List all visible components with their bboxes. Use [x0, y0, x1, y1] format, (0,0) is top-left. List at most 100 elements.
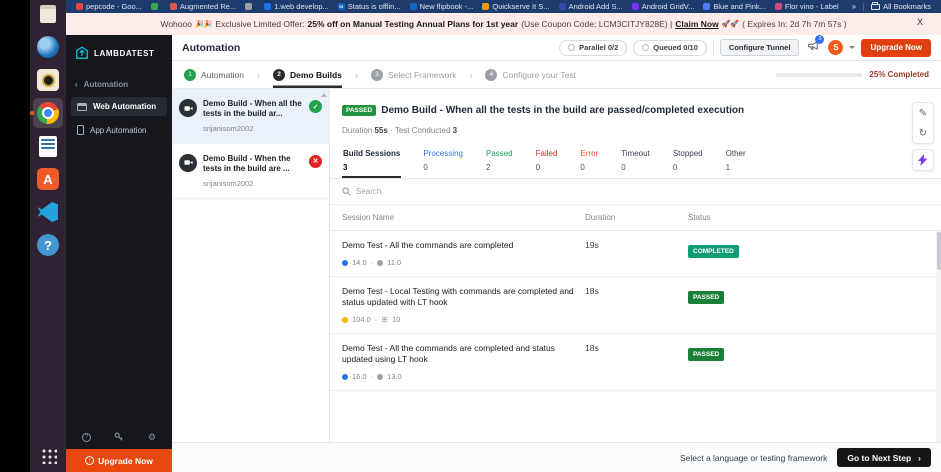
bookmark-label: Status is offlin... — [347, 2, 401, 11]
table-row[interactable]: Demo Test - Local Testing with commands … — [330, 277, 941, 335]
banner-coupon: (Use Coupon Code: LCM3CITJY828E) | — [521, 19, 673, 29]
go-to-next-step-button[interactable]: Go to Next Step › — [837, 448, 931, 467]
thunderbird-icon[interactable] — [35, 34, 61, 60]
bookmark-item[interactable]: Android GridV... — [631, 2, 694, 11]
favicon — [76, 3, 83, 10]
top-bar: Automation Parallel 0/2 Queued 0/10 Conf… — [172, 34, 941, 61]
bookmarks-overflow-chevron[interactable]: » — [852, 2, 856, 11]
session-duration: 19s — [585, 240, 599, 250]
tab-stopped[interactable]: Stopped 0 — [672, 144, 704, 178]
show-applications-icon[interactable] — [39, 447, 57, 464]
chevron-right-icon: › — [918, 452, 921, 463]
windows-icon: ⊞ — [381, 314, 388, 324]
libreoffice-writer-icon[interactable] — [35, 133, 61, 159]
bookmark-item[interactable] — [150, 3, 161, 10]
all-bookmarks-button[interactable]: All Bookmarks — [871, 2, 931, 11]
tab-error[interactable]: Error 0 — [579, 144, 599, 178]
tab-other[interactable]: Other 1 — [725, 144, 747, 178]
bookmark-item[interactable] — [245, 3, 255, 10]
key-icon[interactable] — [114, 432, 124, 442]
tab-label: Error — [580, 149, 599, 158]
table-row[interactable]: Demo Test - All the commands are complet… — [330, 231, 941, 278]
step-automation[interactable]: 1 Automation — [184, 61, 244, 88]
lambdatest-logo-icon — [76, 46, 88, 59]
help-circle-icon[interactable]: ? — [82, 432, 91, 442]
favicon — [409, 3, 417, 10]
step-select-framework[interactable]: 3 Select Framework — [370, 61, 456, 88]
bookmark-item[interactable]: Quickserve It S... — [482, 2, 550, 11]
session-search-input[interactable]: Search — [330, 179, 941, 205]
search-placeholder: Search — [356, 187, 382, 196]
step-label: Demo Builds — [290, 69, 342, 80]
bookmark-item[interactable]: New flipbook -... — [409, 2, 473, 11]
queued-label: Queued 0/10 — [653, 43, 698, 52]
tab-count: 0 — [535, 163, 541, 172]
tab-timeout[interactable]: Timeout 0 — [620, 144, 651, 178]
banner-intro: Wohooo — [160, 19, 192, 29]
build-status-badge: PASSED — [342, 105, 377, 116]
help-icon[interactable]: ? — [35, 232, 61, 258]
floating-toolbar: ✎ ↻ — [912, 102, 934, 171]
duration-value: 55s — [374, 126, 388, 135]
ai-edit-icon[interactable]: ✎ — [913, 103, 933, 123]
detail-title: Demo Build - When all the tests in the b… — [381, 105, 745, 116]
rhythmbox-icon[interactable] — [35, 67, 61, 93]
detail-meta: Duration 55s · Test Conducted 3 — [342, 126, 929, 135]
tab-passed[interactable]: Passed 2 — [485, 144, 514, 178]
quick-run-bolt-icon[interactable] — [913, 150, 933, 170]
announcements-icon[interactable]: 3 — [807, 34, 825, 57]
vscode-icon[interactable] — [35, 199, 61, 225]
build-title: Demo Build - When the tests in the build… — [203, 153, 291, 174]
tab-count: 0 — [423, 163, 428, 172]
build-list-item[interactable]: Demo Build - When the tests in the build… — [172, 144, 329, 199]
table-row[interactable]: Demo Test - All the commands are complet… — [330, 334, 941, 392]
scroll-up-arrow-icon[interactable] — [321, 93, 327, 97]
step-demo-builds[interactable]: 2 Demo Builds — [273, 61, 342, 88]
tab-processing[interactable]: Processing 0 — [422, 144, 464, 178]
bookmark-item[interactable]: Blue and Pink... — [703, 2, 766, 11]
globe-favicon — [245, 3, 253, 10]
sidebar-item-web-automation[interactable]: Web Automation — [71, 97, 167, 116]
notification-badge: 3 — [815, 34, 825, 44]
app-store-icon[interactable]: A — [35, 166, 61, 192]
queued-status-pill[interactable]: Queued 0/10 — [633, 39, 707, 56]
chrome-icon[interactable] — [30, 98, 63, 128]
vertical-scrollbar[interactable] — [936, 231, 941, 442]
sidebar-item-label: App Automation — [90, 125, 147, 135]
sidebar-upgrade-button[interactable]: ↑ Upgrade Now — [66, 449, 172, 472]
step-configure-test[interactable]: 4 Configure your Test — [485, 61, 576, 88]
tab-failed[interactable]: Failed 0 — [535, 144, 559, 178]
dot-separator: · — [374, 315, 378, 325]
progress-indicator: 25% Completed — [776, 70, 929, 79]
settings-gear-icon[interactable]: ⚙ — [148, 432, 156, 442]
refresh-icon[interactable]: ↻ — [913, 123, 933, 143]
avatar-chevron-down-icon[interactable] — [849, 46, 856, 49]
claim-now-link[interactable]: Claim Now — [675, 19, 718, 29]
sidebar-section-automation[interactable]: ‹ Automation — [66, 74, 172, 95]
bookmark-item[interactable]: pepcode - Goo... — [76, 2, 142, 11]
app-sidebar: LAMBDATEST ‹ Automation Web Automation A… — [66, 35, 172, 472]
bookmark-label: Blue and Pink... — [713, 2, 766, 11]
tests-conducted-value: 3 — [452, 126, 458, 135]
bookmark-item[interactable]: Android Add S... — [558, 2, 623, 11]
sidebar-item-app-automation[interactable]: App Automation — [71, 120, 167, 140]
upgrade-now-button[interactable]: Upgrade Now — [861, 38, 931, 57]
bookmark-item[interactable]: Flor vino - Label — [774, 2, 839, 11]
parallel-status-pill[interactable]: Parallel 0/2 — [559, 39, 628, 56]
files-icon[interactable] — [35, 1, 61, 27]
configure-tunnel-button[interactable]: Configure Tunnel — [719, 39, 800, 56]
banner-expiry: ( Expires In: 2d 7h 7m 57s ) — [742, 19, 847, 29]
user-avatar[interactable]: S — [828, 40, 844, 55]
bookmark-item[interactable]: in Status is offlin... — [337, 2, 401, 11]
scrollbar-thumb[interactable] — [936, 232, 941, 270]
build-list-item[interactable]: Demo Build - When all the tests in the b… — [172, 89, 329, 144]
favicon — [264, 3, 272, 10]
bookmark-item[interactable]: Augmented Re... — [169, 2, 236, 11]
tests-conducted-label: Test Conducted — [394, 126, 451, 135]
tab-build-sessions[interactable]: Build Sessions 3 — [342, 144, 401, 178]
lambdatest-logo[interactable]: LAMBDATEST — [66, 35, 172, 74]
favicon — [150, 3, 158, 10]
tab-count: 1 — [725, 163, 731, 172]
banner-close-button[interactable]: X — [917, 17, 923, 27]
bookmark-item[interactable]: 1.web develop... — [264, 2, 329, 11]
